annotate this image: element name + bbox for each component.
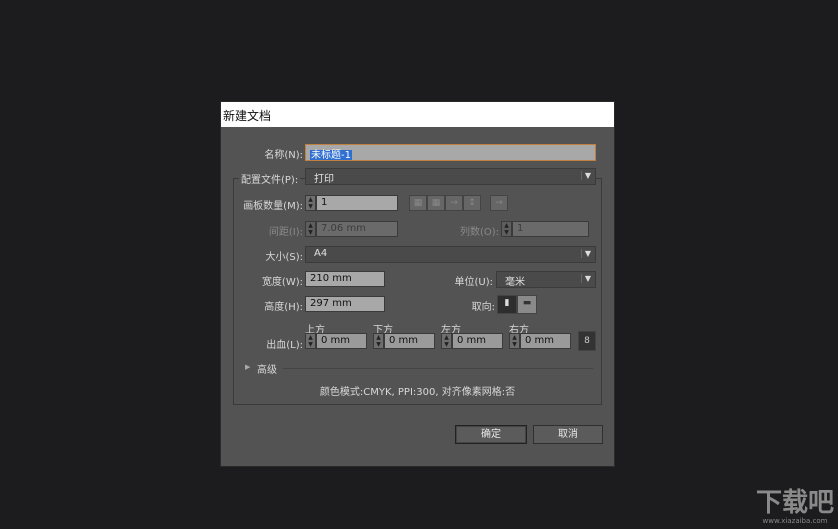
width-input[interactable]: 210 mm: [305, 271, 385, 287]
units-label: 单位(U):: [454, 277, 494, 288]
columns-label: 列数(O):: [459, 227, 499, 238]
advanced-divider: [283, 368, 593, 369]
watermark-url: www.xiazaiba.com: [762, 517, 828, 525]
chevron-down-icon: ▼: [580, 274, 591, 283]
bleed-bottom-input[interactable]: 0 mm: [384, 333, 435, 349]
ok-button[interactable]: 确定: [455, 425, 527, 444]
size-label: 大小(S):: [265, 252, 303, 263]
artboards-input[interactable]: 1: [316, 195, 398, 211]
name-label: 名称(N):: [264, 150, 303, 161]
layout-direction-icon[interactable]: →: [490, 195, 508, 211]
orientation-label: 取向:: [471, 302, 495, 313]
height-label: 高度(H):: [264, 302, 303, 313]
settings-group: [233, 178, 602, 405]
name-input[interactable]: 未标题-1: [305, 144, 596, 161]
landscape-icon[interactable]: ▬: [517, 295, 537, 314]
document-summary: 颜色模式:CMYK, PPI:300, 对齐像素网格:否: [319, 387, 516, 398]
bleed-label: 出血(L):: [266, 340, 303, 351]
cancel-button[interactable]: 取消: [533, 425, 603, 444]
columns-input[interactable]: 1: [512, 221, 589, 237]
artboards-label: 画板数量(M):: [243, 201, 303, 212]
size-select[interactable]: A4 ▼: [305, 246, 596, 263]
watermark: 下载吧 www.xiazaiba.com: [756, 489, 834, 525]
profile-select[interactable]: 打印 ▼: [305, 168, 596, 185]
bleed-left-input[interactable]: 0 mm: [452, 333, 503, 349]
watermark-logo: 下载吧: [755, 488, 834, 518]
spacing-stepper[interactable]: ▲ ▼: [305, 221, 316, 237]
portrait-icon[interactable]: ▮: [497, 295, 517, 314]
advanced-toggle[interactable]: 高级: [257, 361, 277, 376]
arrange-by-row-icon[interactable]: →: [445, 195, 463, 211]
bleed-top-input[interactable]: 0 mm: [316, 333, 367, 349]
name-value: 未标题-1: [310, 150, 352, 161]
bleed-right-input[interactable]: 0 mm: [520, 333, 571, 349]
expand-triangle-icon[interactable]: ▶: [245, 363, 250, 371]
spacing-label: 间距(I):: [268, 227, 303, 238]
units-value: 毫米: [505, 277, 525, 288]
bleed-left-stepper[interactable]: ▲ ▼: [441, 333, 452, 349]
columns-stepper[interactable]: ▲ ▼: [501, 221, 512, 237]
grid-by-row-icon[interactable]: ▦: [409, 195, 427, 211]
width-label: 宽度(W):: [261, 277, 303, 288]
size-value: A4: [314, 248, 328, 259]
bleed-top-stepper[interactable]: ▲ ▼: [305, 333, 316, 349]
bleed-bottom-stepper[interactable]: ▲ ▼: [373, 333, 384, 349]
profile-value: 打印: [314, 174, 334, 185]
new-document-dialog: 新建文档 名称(N): 未标题-1 配置文件(P): 打印 ▼ 画板数量(M): …: [220, 101, 615, 467]
grid-by-column-icon[interactable]: ▦: [427, 195, 445, 211]
dialog-title: 新建文档: [221, 102, 614, 127]
chevron-down-icon: ▼: [580, 249, 591, 258]
units-select[interactable]: 毫米 ▼: [496, 271, 596, 288]
height-input[interactable]: 297 mm: [305, 296, 385, 312]
spacing-input[interactable]: 7.06 mm: [316, 221, 398, 237]
arrange-by-column-icon[interactable]: ↕: [463, 195, 481, 211]
profile-label: 配置文件(P):: [239, 171, 301, 186]
bleed-right-stepper[interactable]: ▲ ▼: [509, 333, 520, 349]
chevron-down-icon: ▼: [580, 171, 591, 180]
artboards-stepper[interactable]: ▲ ▼: [305, 195, 316, 211]
link-icon[interactable]: 8: [578, 331, 596, 351]
